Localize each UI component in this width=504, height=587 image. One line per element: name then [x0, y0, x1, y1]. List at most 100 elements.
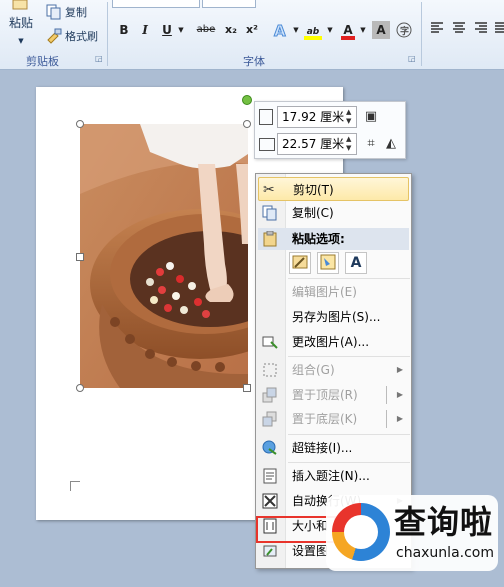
watermark-title: 查询啦	[394, 503, 494, 541]
chevron-down-icon[interactable]: ▼	[292, 21, 300, 39]
menu-separator	[288, 462, 410, 463]
font-size-box[interactable]	[202, 0, 256, 8]
resize-handle[interactable]	[76, 253, 84, 261]
clipboard-launcher-icon[interactable]: ◲	[95, 55, 103, 63]
ribbon: 粘贴 ▼ 复制 格式刷 剪贴板 ◲ B I U ▼ abe x₂ x² A ▼ …	[0, 0, 504, 70]
italic-button[interactable]: I	[138, 21, 152, 39]
font-name-box[interactable]	[112, 0, 200, 8]
highlight-color-bar	[304, 36, 322, 40]
highlight-button[interactable]: ab	[302, 21, 324, 40]
watermark: 查询啦 chaxunla.com	[326, 495, 498, 571]
crop-icon[interactable]: ⌗	[363, 136, 379, 152]
format-painter-icon	[47, 28, 62, 44]
clipboard-group-title: 剪贴板	[26, 55, 59, 68]
subscript-button[interactable]: x₂	[222, 21, 240, 39]
selected-picture[interactable]	[80, 124, 248, 388]
text-only-icon: A	[350, 255, 362, 271]
picture-icon	[320, 254, 336, 270]
watermark-logo-icon	[332, 503, 390, 561]
height-icon	[259, 109, 273, 125]
resize-handle[interactable]	[243, 120, 251, 128]
width-row: 22.57 厘米 ▲ ▼ ⌗ ◭	[259, 133, 403, 155]
underline-button[interactable]: U	[160, 21, 174, 39]
menu-item-label: 组合(G)	[292, 363, 335, 377]
submenu-arrow-icon: ▶	[396, 365, 403, 374]
annotation-highlight-box	[256, 516, 336, 543]
enclose-char-icon: 字	[396, 22, 412, 38]
group-divider	[107, 2, 108, 66]
paste-icon	[263, 231, 277, 247]
submenu-arrow-icon: ▶	[396, 390, 403, 399]
bring-front-icon	[262, 387, 277, 403]
align-right-icon	[475, 22, 487, 33]
split-divider	[386, 386, 387, 404]
format-icon	[263, 545, 277, 557]
align-right-button[interactable]	[472, 21, 490, 39]
justify-icon	[495, 22, 504, 33]
menu-item-send-to-back[interactable]: 置于底层(K) ▶	[258, 407, 409, 431]
width-icon	[259, 138, 275, 151]
menu-item-edit-picture[interactable]: 编辑图片(E)	[258, 280, 409, 304]
enclose-char-button[interactable]: 字	[395, 21, 413, 39]
chevron-down-icon: ▼	[18, 37, 24, 45]
justify-button[interactable]	[494, 21, 504, 39]
keep-source-format-button[interactable]	[289, 252, 311, 274]
split-divider	[386, 410, 387, 428]
char-shading-button[interactable]: A	[372, 21, 390, 39]
menu-item-label: 超链接(I)...	[292, 441, 353, 455]
menu-item-label: 置于顶层(R)	[292, 388, 358, 402]
height-spinner[interactable]: ▲ ▼	[346, 108, 354, 126]
height-field[interactable]: 17.92 厘米 ▲ ▼	[277, 106, 357, 128]
menu-item-label: 置于底层(K)	[292, 412, 358, 426]
menu-item-change-picture[interactable]: 更改图片(A)...	[258, 330, 409, 354]
text-effect-button[interactable]: A	[270, 21, 290, 41]
caption-icon	[263, 468, 277, 484]
menu-item-copy[interactable]: 复制(C)	[258, 201, 409, 225]
superscript-button[interactable]: x²	[243, 21, 261, 39]
font-launcher-icon[interactable]: ◲	[408, 55, 416, 63]
resize-handle[interactable]	[243, 384, 251, 392]
paste-icon	[12, 0, 28, 10]
change-picture-icon	[262, 336, 278, 349]
chevron-down-icon[interactable]: ▼	[326, 21, 334, 39]
paste-button[interactable]: 粘贴 ▼	[2, 0, 40, 50]
chevron-down-icon[interactable]: ▼	[359, 21, 367, 39]
format-painter-label: 格式刷	[65, 30, 98, 43]
bold-button[interactable]: B	[116, 21, 132, 39]
strikethrough-button[interactable]: abe	[195, 21, 217, 39]
align-left-button[interactable]	[428, 21, 446, 39]
resize-handle[interactable]	[76, 120, 84, 128]
text-effect-icon: A	[274, 22, 287, 41]
width-value: 22.57 厘米	[282, 137, 345, 151]
svg-text:A: A	[274, 22, 286, 39]
rotate-handle[interactable]	[242, 95, 252, 105]
copy-icon	[46, 4, 61, 20]
font-color-label: A	[343, 23, 353, 37]
menu-item-label: 剪切(T)	[293, 183, 334, 197]
send-back-icon	[262, 411, 277, 427]
copy-button[interactable]: 复制	[46, 4, 87, 20]
wrap-text-icon[interactable]: ◭	[383, 136, 399, 152]
menu-item-save-as-picture[interactable]: 另存为图片(S)...	[258, 305, 409, 329]
size-mini-toolbar: 17.92 厘米 ▲ ▼ ▣ 22.57 厘米 ▲ ▼ ⌗ ◭	[254, 101, 406, 159]
wrap-icon	[262, 493, 278, 509]
menu-item-hyperlink[interactable]: 超链接(I)...	[258, 436, 409, 460]
resize-handle[interactable]	[76, 384, 84, 392]
font-color-button[interactable]: A	[340, 21, 356, 40]
align-center-button[interactable]	[450, 21, 468, 39]
menu-item-group[interactable]: 组合(G) ▶	[258, 358, 409, 382]
width-field[interactable]: 22.57 厘米 ▲ ▼	[277, 133, 357, 155]
text-only-button[interactable]: A	[345, 252, 367, 274]
font-group-title: 字体	[243, 55, 265, 68]
menu-item-insert-caption[interactable]: 插入题注(N)...	[258, 464, 409, 488]
group-divider	[421, 2, 422, 66]
bring-forward-icon[interactable]: ▣	[363, 109, 379, 125]
paste-picture-button[interactable]	[317, 252, 339, 274]
format-painter-button[interactable]: 格式刷	[46, 28, 98, 44]
keep-source-icon	[292, 255, 308, 269]
menu-item-cut[interactable]: ✂ 剪切(T)	[258, 177, 409, 201]
width-spinner[interactable]: ▲ ▼	[346, 135, 354, 153]
underline-dropdown-icon[interactable]: ▼	[177, 21, 185, 39]
menu-item-bring-to-front[interactable]: 置于顶层(R) ▶	[258, 383, 409, 407]
group-icon	[263, 363, 277, 377]
